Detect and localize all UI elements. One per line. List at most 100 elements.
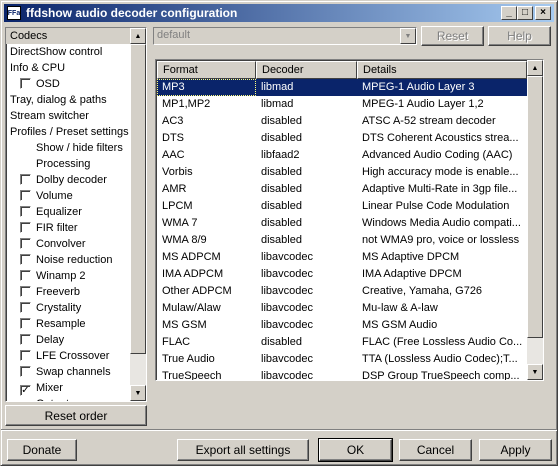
checkbox-icon[interactable] [20, 254, 31, 265]
decoder-cell[interactable]: libavcodec [256, 249, 357, 266]
table-row[interactable]: Mulaw/Alaw libavcodec Mu-law & A-law [157, 300, 527, 317]
scroll-down-arrow-icon[interactable]: ▼ [130, 385, 146, 401]
decoder-cell[interactable]: disabled [256, 198, 357, 215]
settings-page-item[interactable]: Processing [6, 156, 132, 172]
checkbox-icon[interactable] [20, 174, 31, 185]
settings-page-item[interactable]: Volume [6, 188, 132, 204]
codec-list[interactable]: Format Decoder Details MP3 libmad MPEG-1 A… [155, 59, 544, 381]
settings-page-item[interactable]: Show / hide filters [6, 140, 132, 156]
settings-page-item[interactable]: Crystality [6, 300, 132, 316]
donate-button[interactable]: Donate [7, 439, 77, 461]
decoder-cell[interactable]: libavcodec [256, 300, 357, 317]
preset-select[interactable]: default ▼ [153, 27, 417, 45]
decoder-cell[interactable]: libmad [256, 79, 357, 96]
codec-list-scrollbar[interactable]: ▲ ▼ [527, 60, 543, 380]
checkbox-icon[interactable] [20, 190, 31, 201]
settings-page-item[interactable]: Equalizer [6, 204, 132, 220]
checkbox-icon[interactable] [20, 286, 31, 297]
settings-page-item[interactable]: Swap channels [6, 364, 132, 380]
scroll-up-arrow-icon[interactable]: ▲ [130, 28, 146, 44]
decoder-cell[interactable]: libmad [256, 96, 357, 113]
table-row[interactable]: FLAC disabled FLAC (Free Lossless Audio Co… [157, 334, 527, 351]
table-row[interactable]: AAC libfaad2 Advanced Audio Coding (AAC) [157, 147, 527, 164]
table-row[interactable]: TrueSpeech libavcodec DSP Group TrueSpeech… [157, 368, 527, 380]
settings-page-item[interactable]: Resample [6, 316, 132, 332]
cancel-button[interactable]: Cancel [399, 439, 472, 461]
table-row[interactable]: MS GSM libavcodec MS GSM Audio [157, 317, 527, 334]
close-button[interactable]: × [535, 6, 551, 20]
checkbox-icon[interactable] [20, 238, 31, 249]
checkbox-icon[interactable] [20, 222, 31, 233]
settings-page-item[interactable]: FIR filter [6, 220, 132, 236]
export-all-settings-button[interactable]: Export all settings [177, 439, 309, 461]
checkbox-icon[interactable] [20, 270, 31, 281]
decoder-cell[interactable]: disabled [256, 113, 357, 130]
settings-page-item[interactable]: Winamp 2 [6, 268, 132, 284]
decoder-cell[interactable]: libavcodec [256, 283, 357, 300]
table-row[interactable]: DTS disabled DTS Coherent Acoustics strea.… [157, 130, 527, 147]
settings-page-item[interactable]: LFE Crossover [6, 348, 132, 364]
minimize-button[interactable]: _ [501, 6, 517, 20]
table-row[interactable]: MS ADPCM libavcodec MS Adaptive DPCM [157, 249, 527, 266]
title-bar[interactable]: FFa ffdshow audio decoder configuration … [4, 4, 554, 22]
apply-button[interactable]: Apply [479, 439, 552, 461]
checkbox-icon[interactable] [20, 366, 31, 377]
table-row[interactable]: AMR disabled Adaptive Multi-Rate in 3gp fi… [157, 181, 527, 198]
settings-page-item[interactable]: Freeverb [6, 284, 132, 300]
settings-page-item[interactable]: Profiles / Preset settings [6, 124, 132, 140]
checkbox-icon[interactable] [20, 350, 31, 361]
column-header-format[interactable]: Format [157, 61, 256, 79]
decoder-cell[interactable]: libavcodec [256, 351, 357, 368]
settings-page-item[interactable]: Info & CPU [6, 60, 132, 76]
table-row[interactable]: MP1,MP2 libmad MPEG-1 Audio Layer 1,2 [157, 96, 527, 113]
settings-page-list[interactable]: Codecs DirectShow control Info & CPU OSD Tra… [5, 27, 147, 402]
reset-preset-button[interactable]: Reset [421, 26, 484, 46]
checkbox-icon[interactable] [20, 334, 31, 345]
table-row[interactable]: WMA 7 disabled Windows Media Audio compati… [157, 215, 527, 232]
settings-page-item[interactable]: Convolver [6, 236, 132, 252]
settings-page-item[interactable]: Dolby decoder [6, 172, 132, 188]
table-row[interactable]: LPCM disabled Linear Pulse Code Modulation [157, 198, 527, 215]
table-row[interactable]: Other ADPCM libavcodec Creative, Yamaha, G… [157, 283, 527, 300]
maximize-button[interactable]: □ [517, 6, 533, 20]
help-button[interactable]: Help [488, 26, 551, 46]
table-row[interactable]: IMA ADPCM libavcodec IMA Adaptive DPCM [157, 266, 527, 283]
decoder-cell[interactable]: libavcodec [256, 266, 357, 283]
settings-page-item[interactable]: DirectShow control [6, 44, 132, 60]
settings-page-item[interactable]: Stream switcher [6, 108, 132, 124]
checkbox-icon[interactable] [20, 302, 31, 313]
settings-list-scrollbar[interactable]: ▲ ▼ [130, 28, 146, 401]
decoder-cell[interactable]: libfaad2 [256, 147, 357, 164]
checkbox-icon[interactable] [20, 78, 31, 89]
decoder-cell[interactable]: disabled [256, 334, 357, 351]
decoder-cell[interactable]: disabled [256, 232, 357, 249]
table-row[interactable]: AC3 disabled ATSC A-52 stream decoder [157, 113, 527, 130]
settings-page-item[interactable]: OSD [6, 76, 132, 92]
decoder-cell[interactable]: libavcodec [256, 368, 357, 380]
table-row[interactable]: MP3 libmad MPEG-1 Audio Layer 3 [157, 79, 527, 96]
ok-button[interactable]: OK [318, 438, 393, 462]
settings-page-item[interactable]: Tray, dialog & paths [6, 92, 132, 108]
checkbox-checked-icon[interactable]: ✓ [20, 385, 31, 396]
chevron-down-icon[interactable]: ▼ [400, 28, 416, 44]
settings-page-item[interactable]: Codecs [6, 28, 132, 44]
checkbox-icon[interactable] [20, 318, 31, 329]
table-row[interactable]: WMA 8/9 disabled not WMA9 pro, voice or lo… [157, 232, 527, 249]
settings-page-item[interactable]: ✓ Mixer [6, 380, 132, 396]
table-row[interactable]: True Audio libavcodec TTA (Lossless Audio … [157, 351, 527, 368]
column-header-details[interactable]: Details [357, 61, 527, 79]
checkbox-icon[interactable] [20, 206, 31, 217]
column-header-decoder[interactable]: Decoder [256, 61, 357, 79]
scroll-down-arrow-icon[interactable]: ▼ [527, 364, 543, 380]
decoder-cell[interactable]: disabled [256, 181, 357, 198]
settings-page-item[interactable]: Delay [6, 332, 132, 348]
scroll-up-arrow-icon[interactable]: ▲ [527, 60, 543, 76]
settings-page-item[interactable]: Noise reduction [6, 252, 132, 268]
table-row[interactable]: Vorbis disabled High accuracy mode is enab… [157, 164, 527, 181]
scroll-thumb[interactable] [527, 76, 543, 338]
decoder-cell[interactable]: disabled [256, 164, 357, 181]
reset-order-button[interactable]: Reset order [5, 405, 147, 426]
decoder-cell[interactable]: libavcodec [256, 317, 357, 334]
scroll-thumb[interactable] [130, 44, 146, 354]
decoder-cell[interactable]: disabled [256, 215, 357, 232]
